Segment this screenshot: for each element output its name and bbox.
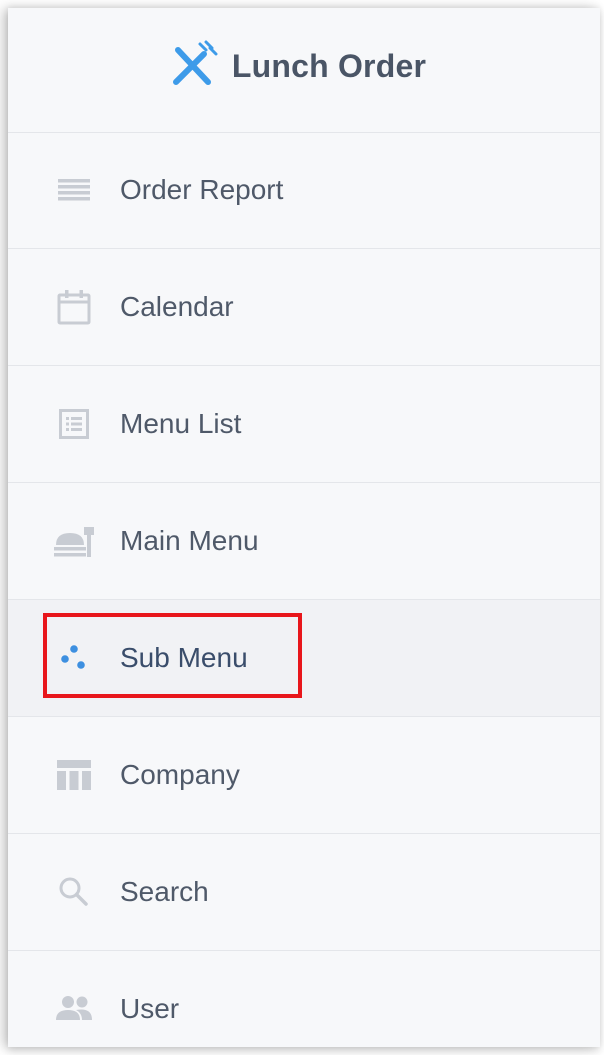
- sidebar-item-sub-menu[interactable]: Sub Menu: [8, 600, 600, 717]
- sidebar-item-label: Company: [120, 759, 240, 790]
- dots-icon: [54, 638, 94, 678]
- brand[interactable]: Lunch Order: [166, 40, 426, 92]
- fork-knife-icon: [166, 40, 218, 92]
- list-box-icon: [54, 404, 94, 444]
- list-lines-icon: [54, 170, 94, 210]
- sidebar-item-main-menu[interactable]: Main Menu: [8, 483, 600, 600]
- sidebar-item-label: Order Report: [120, 174, 284, 205]
- sidebar-item-search[interactable]: Search: [8, 834, 600, 951]
- users-icon: [54, 989, 94, 1029]
- calendar-icon: [54, 287, 94, 327]
- sidebar-panel: Lunch Order Order Report Calendar Menu L…: [8, 8, 600, 1047]
- sidebar-item-label: Main Menu: [120, 525, 259, 556]
- sidebar-item-user[interactable]: User: [8, 951, 600, 1047]
- sidebar-header: Lunch Order: [8, 8, 600, 133]
- sidebar-item-calendar[interactable]: Calendar: [8, 249, 600, 366]
- sidebar-item-label: User: [120, 993, 180, 1024]
- table-icon: [54, 755, 94, 795]
- sidebar-menu: Order Report Calendar Menu List Main Men…: [8, 132, 600, 1047]
- sidebar-item-label: Calendar: [120, 291, 234, 322]
- app-title: Lunch Order: [231, 47, 427, 84]
- sidebar-item-label: Search: [120, 876, 209, 907]
- sidebar-item-label: Menu List: [120, 408, 242, 439]
- sidebar-item-menu-list[interactable]: Menu List: [8, 366, 600, 483]
- search-icon: [54, 872, 94, 912]
- sidebar-item-order-report[interactable]: Order Report: [8, 132, 600, 249]
- food-tray-icon: [54, 521, 94, 561]
- sidebar-item-label: Sub Menu: [120, 642, 248, 673]
- sidebar-item-company[interactable]: Company: [8, 717, 600, 834]
